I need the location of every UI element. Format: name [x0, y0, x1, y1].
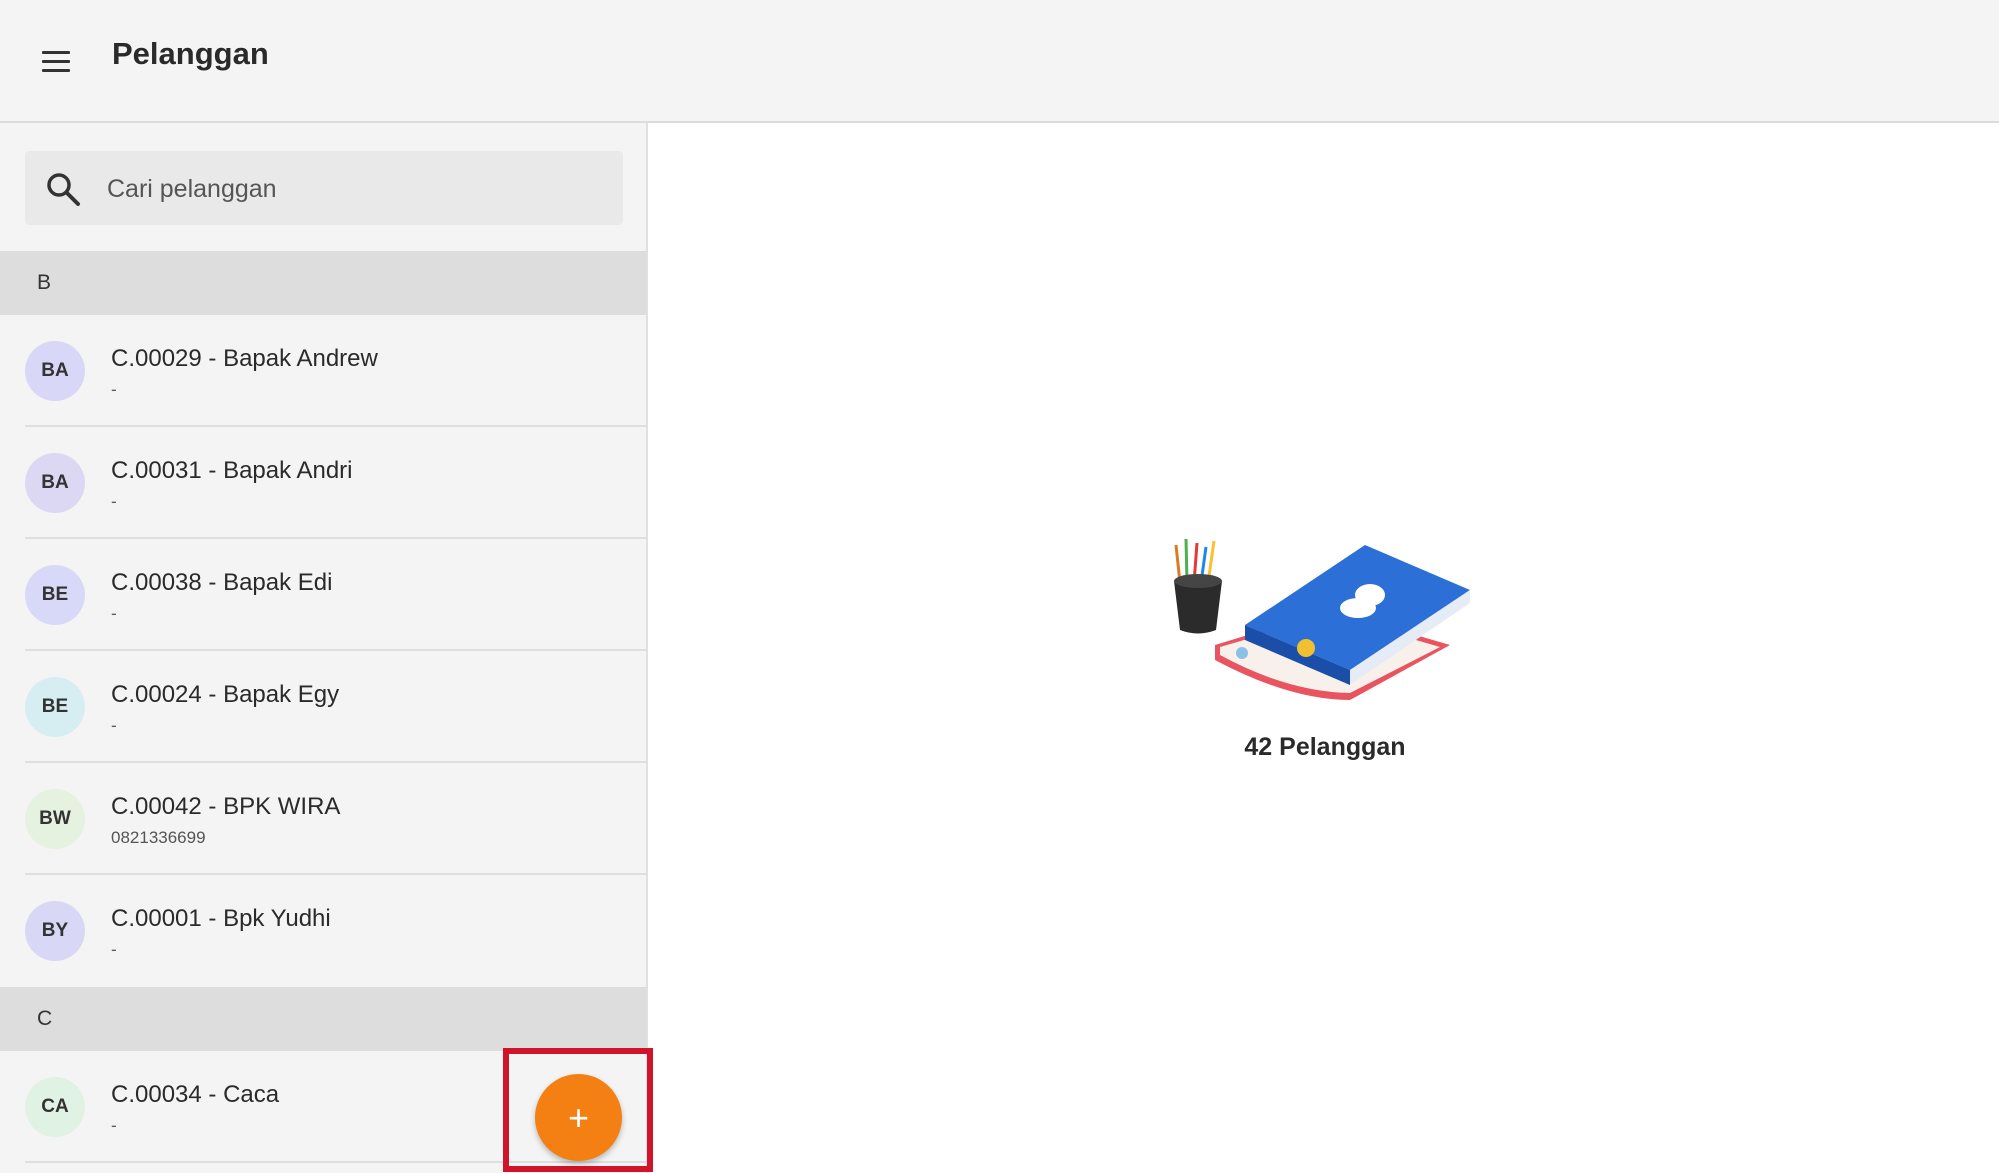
customer-row[interactable]: BE C.00038 - Bapak Edi - — [0, 539, 646, 651]
avatar: BW — [25, 789, 85, 849]
customer-row[interactable]: BE C.00024 - Bapak Egy - — [0, 651, 646, 763]
pencil-cup-illustration — [1174, 538, 1222, 634]
customer-name: C.00042 - BPK WIRA — [111, 793, 341, 820]
customer-row[interactable]: BY C.00001 - Bpk Yudhi - — [0, 875, 646, 987]
address-book-icon — [1174, 538, 1470, 700]
section-header-c: C — [0, 987, 646, 1051]
add-customer-button[interactable]: + — [535, 1074, 622, 1161]
search-bar[interactable] — [25, 151, 623, 227]
customer-phone: - — [111, 492, 117, 511]
customer-count-label: 42 Pelanggan — [1244, 733, 1406, 761]
section-header-b: B — [0, 251, 646, 315]
customer-name: C.00031 - Bapak Andri — [111, 457, 353, 484]
customer-phone: - — [111, 380, 117, 399]
section-letter: B — [37, 271, 52, 294]
plus-icon: + — [567, 1096, 590, 1138]
customer-name: C.00034 - Caca — [111, 1081, 280, 1108]
customer-phone: - — [111, 604, 117, 623]
section-letter: C — [37, 1007, 53, 1030]
avatar: BE — [25, 565, 85, 625]
search-icon — [47, 173, 80, 206]
search-input[interactable] — [105, 151, 609, 227]
customer-row[interactable]: BA C.00031 - Bapak Andri - — [0, 427, 646, 539]
customer-row[interactable]: BW C.00042 - BPK WIRA 0821336699 — [0, 763, 646, 875]
customer-row[interactable]: BA C.00029 - Bapak Andrew - — [0, 315, 646, 427]
customer-phone: - — [111, 716, 117, 735]
avatar: BA — [25, 341, 85, 401]
page-title: Pelanggan — [112, 36, 269, 71]
customer-name: C.00024 - Bapak Egy — [111, 681, 340, 708]
avatar: BY — [25, 901, 85, 961]
hamburger-menu-icon[interactable] — [38, 44, 72, 78]
customer-name: C.00038 - Bapak Edi — [111, 569, 333, 596]
avatar: BE — [25, 677, 85, 737]
app-bar: Pelanggan — [0, 0, 1999, 123]
customer-phone: - — [111, 1116, 117, 1135]
customer-name: C.00029 - Bapak Andrew — [111, 345, 378, 372]
customer-phone: - — [111, 940, 117, 959]
customer-phone: 0821336699 — [111, 828, 206, 847]
customer-name: C.00001 - Bpk Yudhi — [111, 905, 331, 932]
avatar: CA — [25, 1077, 85, 1137]
customer-list-pane: B BA C.00029 - Bapak Andrew - BA C.00031… — [0, 123, 648, 1173]
avatar: BA — [25, 453, 85, 513]
